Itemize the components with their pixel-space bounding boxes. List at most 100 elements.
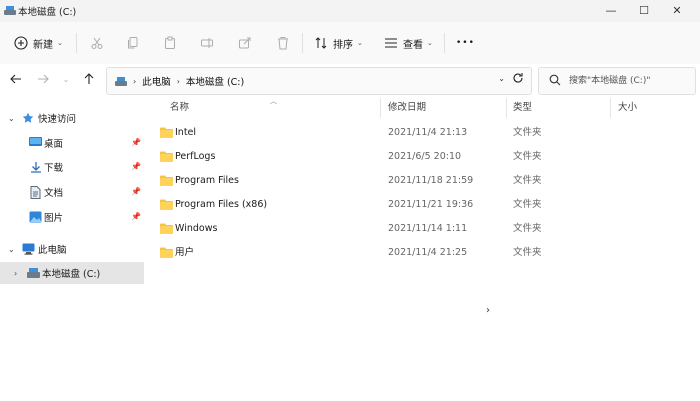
copy-button[interactable] [126,22,140,64]
this-pc-icon [115,77,127,86]
document-icon [30,186,41,199]
chevron-right-icon: › [14,268,18,278]
sort-icon [315,37,327,49]
file-list: ︿ 名称 修改日期 类型 大小 Intel 2021/11/4 21:13 文件… [150,96,700,401]
column-header-name[interactable]: 名称 [170,96,189,120]
file-name: Program Files [175,175,239,186]
file-row[interactable]: Program Files 2021/11/18 21:59 文件夹 [150,169,700,193]
drive-icon [27,268,40,278]
folder-icon [160,127,173,138]
cut-icon [91,37,103,49]
sidebar-item-documents[interactable]: 文档 📌 [0,181,144,203]
pin-icon[interactable]: 📌 [131,138,141,147]
search-box[interactable] [538,67,696,95]
paste-button[interactable] [163,22,177,64]
this-pc-icon [22,243,35,255]
divider [302,33,303,53]
arrow-up-icon [84,73,94,84]
back-button[interactable] [7,70,25,88]
minimize-button[interactable]: — [594,0,628,22]
pictures-icon [29,211,42,223]
folder-icon [160,223,173,234]
view-button[interactable]: 查看 ⌄ [384,22,433,64]
file-type: 文件夹 [513,247,542,258]
sort-button[interactable]: 排序 ⌄ [314,22,363,64]
divider [444,33,445,53]
pin-icon[interactable]: 📌 [131,212,141,221]
chevron-down-icon: ⌄ [8,113,15,123]
chevron-down-icon: ⌄ [427,39,433,47]
breadcrumb-separator: › [133,76,137,86]
maximize-button[interactable]: ☐ [627,0,661,22]
desktop-icon [29,137,42,146]
sidebar-item-downloads[interactable]: 下载 📌 [0,156,144,178]
column-divider[interactable] [506,98,507,118]
sort-label: 排序 [333,39,353,51]
view-label: 查看 [403,39,423,51]
pin-icon[interactable]: 📌 [131,187,141,196]
share-button[interactable] [238,22,252,64]
recent-locations-button[interactable]: ⌄ [57,70,75,88]
sidebar-label: 桌面 [44,139,64,150]
delete-button[interactable] [276,22,290,64]
file-name: Intel [175,127,197,138]
column-divider[interactable] [610,98,611,118]
file-explorer-window: 本地磁盘 (C:) — ☐ ✕ 新建 ⌄ 排序 ⌄ 查看 ⌄ ••• ⌄ › 此… [0,0,700,401]
file-row[interactable]: Program Files (x86) 2021/11/21 19:36 文件夹 [150,193,700,217]
column-header-size[interactable]: 大小 [618,96,637,120]
navigation-pane: ⌄ 快速访问 桌面 📌 下载 📌 文档 📌 图片 📌 ⌄ 此电脑 › 本地磁盘 … [0,96,144,401]
star-icon [22,112,34,123]
chevron-down-icon: ⌄ [62,74,70,84]
chevron-down-icon: ⌄ [8,244,15,254]
cut-button[interactable] [90,22,104,64]
column-divider[interactable] [380,98,381,118]
up-button[interactable] [80,70,98,88]
sidebar-item-quick-access[interactable]: ⌄ 快速访问 [0,107,144,129]
file-row[interactable]: 用户 2021/11/4 21:25 文件夹 [150,241,700,265]
plus-circle-icon [14,36,28,50]
folder-icon [160,199,173,210]
sidebar-label: 快速访问 [38,114,77,125]
new-button[interactable]: 新建 ⌄ [14,22,63,64]
search-icon [549,74,561,86]
file-row[interactable]: Intel 2021/11/4 21:13 文件夹 [150,121,700,145]
sidebar-label: 此电脑 [38,245,67,256]
file-name: Windows [175,223,218,234]
paste-icon [165,36,175,49]
file-date: 2021/11/4 21:25 [388,247,468,258]
forward-button[interactable] [34,70,52,88]
arrow-left-icon [10,74,21,84]
folder-icon [160,247,173,258]
column-header-date[interactable]: 修改日期 [388,96,426,120]
file-type: 文件夹 [513,127,542,138]
chevron-down-icon: ⌄ [357,39,363,47]
refresh-icon[interactable] [512,72,524,84]
breadcrumb-separator: › [176,76,180,86]
title-bar: 本地磁盘 (C:) — ☐ ✕ [0,0,700,22]
folder-icon [160,175,173,186]
share-icon [239,37,251,49]
pin-icon[interactable]: 📌 [131,162,141,171]
rename-button[interactable] [200,22,214,64]
navigation-bar: ⌄ › 此电脑 › 本地磁盘 (C:) ⌄ [0,64,700,96]
sidebar-item-desktop[interactable]: 桌面 📌 [0,132,144,154]
file-type: 文件夹 [513,175,542,186]
file-date: 2021/6/5 20:10 [388,151,462,162]
close-button[interactable]: ✕ [660,0,694,22]
file-date: 2021/11/21 19:36 [388,199,474,210]
search-input[interactable] [567,72,695,90]
sidebar-label: 本地磁盘 (C:) [42,269,101,280]
more-options-button[interactable]: ••• [456,22,475,64]
copy-icon [128,37,138,49]
file-date: 2021/11/4 21:13 [388,127,468,138]
breadcrumb-local-disk[interactable]: 本地磁盘 (C:) [186,74,244,88]
sidebar-item-local-disk[interactable]: › 本地磁盘 (C:) [0,262,144,284]
chevron-down-icon[interactable]: ⌄ [498,74,505,83]
column-header-type[interactable]: 类型 [513,96,532,120]
sidebar-item-this-pc[interactable]: ⌄ 此电脑 [0,238,144,260]
file-row[interactable]: Windows 2021/11/14 1:11 文件夹 [150,217,700,241]
breadcrumb-this-pc[interactable]: 此电脑 [142,74,171,88]
sidebar-item-pictures[interactable]: 图片 📌 [0,206,144,228]
address-bar[interactable]: › 此电脑 › 本地磁盘 (C:) ⌄ [106,67,532,95]
file-row[interactable]: PerfLogs 2021/6/5 20:10 文件夹 [150,145,700,169]
